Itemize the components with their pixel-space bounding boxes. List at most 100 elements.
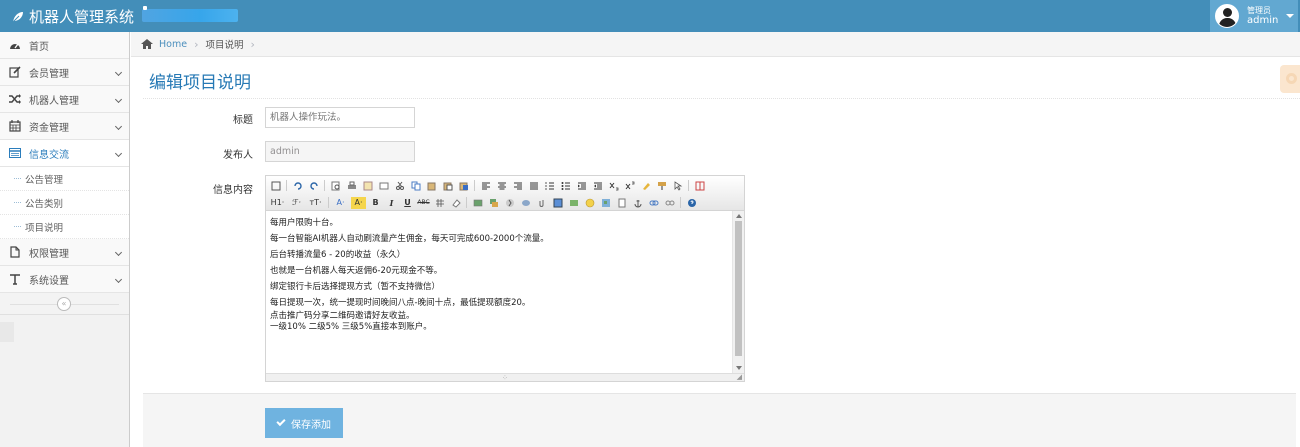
help-icon[interactable] [685, 197, 698, 209]
unlink-icon[interactable] [663, 197, 676, 209]
user-menu[interactable]: 管理员 admin [1210, 0, 1298, 32]
page-break-icon[interactable] [615, 197, 628, 209]
sidebar-item-label: 信息交流 [29, 149, 69, 161]
breadcrumb-current: 项目说明 [205, 40, 244, 51]
redo-icon[interactable] [307, 180, 320, 192]
indent-icon[interactable] [575, 180, 588, 192]
leaf-icon [12, 11, 23, 22]
code-icon[interactable] [377, 180, 390, 192]
align-center-icon[interactable] [495, 180, 508, 192]
editor-line: 每一台智能AI机器人自动刷流量产生佣金，每天可完成600-2000个流量。 [270, 234, 549, 244]
undo-icon[interactable] [291, 180, 304, 192]
settings-toggle-button[interactable] [1280, 65, 1300, 93]
strikethrough-button[interactable]: ABC [417, 197, 430, 209]
insert-file-icon[interactable] [551, 197, 564, 209]
resize-grip-icon[interactable]: ⁘ [502, 374, 508, 382]
anchor-icon[interactable] [631, 197, 644, 209]
map-icon[interactable] [599, 197, 612, 209]
sidebar-item-permissions[interactable]: 权限管理 [0, 239, 129, 266]
editor-scrollbar[interactable] [732, 211, 744, 373]
sidebar-item-label: 权限管理 [29, 248, 69, 260]
breadcrumb: Home › 项目说明 › [131, 32, 1300, 57]
header-divider [143, 98, 1300, 99]
insert-code-icon[interactable] [567, 197, 580, 209]
link-icon[interactable] [647, 197, 660, 209]
paste-icon[interactable] [425, 180, 438, 192]
redacted-area-dot [143, 6, 147, 10]
align-justify-icon[interactable] [527, 180, 540, 192]
sidebar-item-members[interactable]: 会员管理 [0, 59, 129, 86]
editor-content-area[interactable]: 每用户限购十台。 每一台智能AI机器人自动刷流量产生佣金，每天可完成600-20… [266, 211, 732, 373]
template-icon[interactable] [361, 180, 374, 192]
scroll-up-icon[interactable] [736, 214, 742, 218]
title-input[interactable] [265, 107, 415, 128]
list-icon [9, 147, 21, 159]
publisher-input[interactable] [265, 141, 415, 162]
breadcrumb-home-link[interactable]: Home [159, 39, 187, 50]
font-family-dropdown[interactable]: ℱ· [289, 197, 304, 209]
bold-button[interactable]: B [369, 197, 382, 209]
chevron-down-icon [114, 95, 123, 104]
sidebar-item-robots[interactable]: 机器人管理 [0, 86, 129, 113]
scroll-thumb[interactable] [735, 221, 742, 356]
align-right-icon[interactable] [511, 180, 524, 192]
save-button[interactable]: 保存添加 [265, 408, 343, 438]
title-label: 标题 [233, 115, 253, 126]
heading-dropdown[interactable]: H1· [269, 197, 286, 209]
fullscreen-icon[interactable] [693, 180, 706, 192]
unordered-list-icon[interactable] [559, 180, 572, 192]
select-all-icon[interactable] [671, 180, 684, 192]
ordered-list-icon[interactable] [543, 180, 556, 192]
avatar [1215, 4, 1239, 28]
top-navbar: 机器人管理系统 管理员 admin [0, 0, 1300, 32]
table-icon[interactable] [433, 197, 446, 209]
app-title: 机器人管理系统 [29, 8, 135, 26]
resize-corner-icon[interactable]: ◢ [737, 373, 742, 381]
chevron-down-icon [114, 248, 123, 257]
underline-button[interactable]: U [401, 197, 414, 209]
chevron-down-icon [114, 149, 123, 158]
sidebar-item-settings[interactable]: 系统设置 [0, 266, 129, 293]
clear-format-icon[interactable] [639, 180, 652, 192]
sidebar-item-funds[interactable]: 资金管理 [0, 113, 129, 140]
media-icon[interactable] [519, 197, 532, 209]
page-title: 编辑项目说明 [149, 73, 251, 93]
submenu-item-announcement-categories[interactable]: 公告类别 [0, 191, 129, 215]
sidebar-collapse-button[interactable]: « [57, 297, 71, 311]
cut-icon[interactable] [393, 180, 406, 192]
paste-word-icon[interactable] [457, 180, 470, 192]
superscript-icon[interactable] [623, 180, 636, 192]
font-size-dropdown[interactable]: тT· [307, 197, 324, 209]
multi-image-icon[interactable] [487, 197, 500, 209]
sidebar-item-home[interactable]: 首页 [0, 32, 129, 59]
source-code-icon[interactable] [269, 180, 282, 192]
home-icon[interactable] [141, 39, 153, 49]
brand[interactable]: 机器人管理系统 [12, 6, 134, 27]
text-icon [9, 273, 21, 285]
subscript-icon[interactable] [607, 180, 620, 192]
flash-icon[interactable] [503, 197, 516, 209]
chevron-down-icon [114, 275, 123, 284]
editor-line: 每用户限购十台。 [270, 218, 339, 228]
submenu-item-announcements[interactable]: 公告管理 [0, 167, 129, 191]
emoticon-icon[interactable] [583, 197, 596, 209]
attachment-icon[interactable] [535, 197, 548, 209]
save-button-label: 保存添加 [291, 419, 331, 431]
italic-button[interactable]: I [385, 197, 398, 209]
shuffle-icon [9, 93, 21, 105]
background-color-dropdown[interactable]: A· [351, 196, 366, 209]
eraser-icon[interactable] [449, 197, 462, 209]
copy-icon[interactable] [409, 180, 422, 192]
print-icon[interactable] [345, 180, 358, 192]
sidebar-item-info[interactable]: 信息交流 [0, 140, 129, 167]
align-left-icon[interactable] [479, 180, 492, 192]
submenu-item-project-description[interactable]: 项目说明 [0, 215, 129, 239]
font-color-dropdown[interactable]: A· [333, 197, 348, 209]
scroll-down-icon[interactable] [736, 366, 742, 370]
preview-icon[interactable] [329, 180, 342, 192]
chevron-down-icon [114, 68, 123, 77]
image-icon[interactable] [471, 197, 484, 209]
outdent-icon[interactable] [591, 180, 604, 192]
format-painter-icon[interactable] [655, 180, 668, 192]
paste-text-icon[interactable] [441, 180, 454, 192]
